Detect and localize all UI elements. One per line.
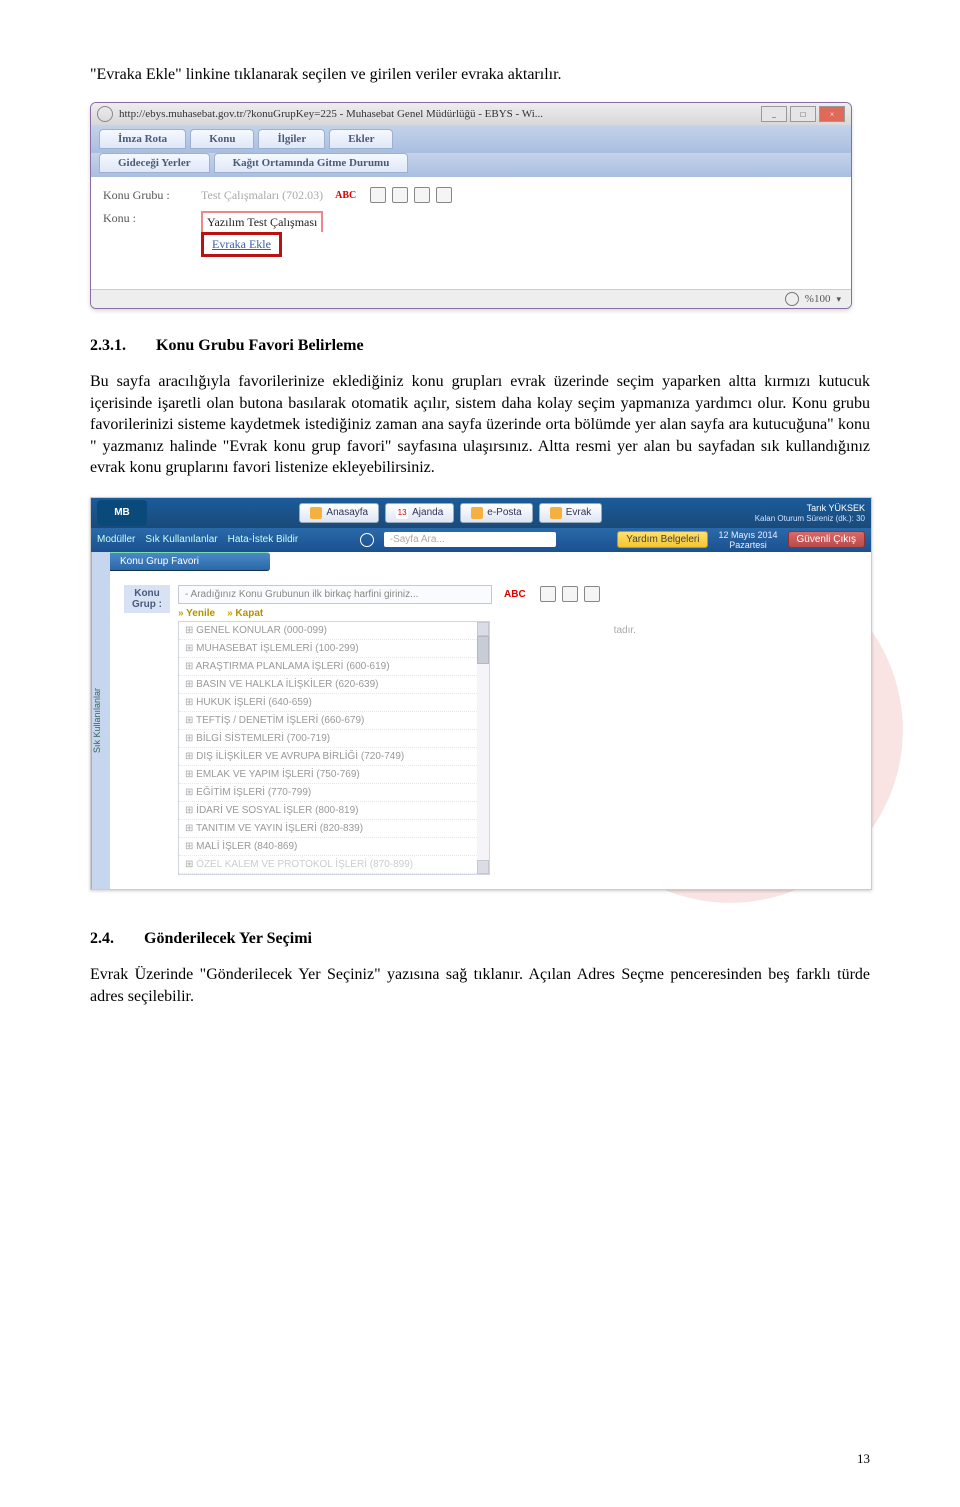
help-button[interactable]: Yardım Belgeleri xyxy=(617,531,708,548)
intro-paragraph: "Evraka Ekle" linkine tıklanarak seçilen… xyxy=(90,66,870,84)
tool-icon-2[interactable] xyxy=(392,187,408,203)
tree-item[interactable]: GENEL KONULAR (000-099) xyxy=(179,622,489,640)
tree-item[interactable]: HUKUK İŞLERİ (640-659) xyxy=(179,694,489,712)
search-icon xyxy=(360,533,374,547)
section-231-paragraph: Bu sayfa aracılığıyla favorilerinize ekl… xyxy=(90,371,870,479)
tab-imza-rota[interactable]: İmza Rota xyxy=(99,129,186,149)
screenshot-window-1: http://ebys.muhasebat.gov.tr/?konuGrupKe… xyxy=(90,102,852,309)
tab-row-2: Gideceği Yerler Kağıt Ortamında Gitme Du… xyxy=(91,153,851,177)
tool-icon-1[interactable] xyxy=(370,187,386,203)
konu-grubu-value: Test Çalışmaları (702.03) xyxy=(201,188,323,203)
tab-kagit-ortaminda[interactable]: Kağıt Ortamında Gitme Durumu xyxy=(214,153,409,173)
tree-item[interactable]: TANITIM VE YAYIN İŞLERİ (820-839) xyxy=(179,820,489,838)
konu-grup-label: Konu Grup : xyxy=(124,585,170,613)
konu-label: Konu : xyxy=(103,211,195,226)
breadcrumb: Konu Grup Favori xyxy=(110,552,270,571)
user-name: Tarık YÜKSEK xyxy=(755,503,865,514)
tree-scrollbar[interactable] xyxy=(477,622,489,874)
window-body: Konu Grubu : Test Çalışmaları (702.03) A… xyxy=(91,177,851,289)
tree-item[interactable]: MALİ İŞLER (840-869) xyxy=(179,838,489,856)
tree-item[interactable]: İDARİ VE SOSYAL İŞLER (800-819) xyxy=(179,802,489,820)
spellcheck-icon[interactable]: ABC xyxy=(335,190,356,201)
truncated-text: tadır. xyxy=(614,585,636,636)
tree-item[interactable]: MUHASEBAT İŞLEMLERİ (100-299) xyxy=(179,640,489,658)
tab-gidecegi-yerler[interactable]: Gideceği Yerler xyxy=(99,153,210,173)
page-search-input[interactable]: -Sayfa Ara... xyxy=(384,532,556,547)
date-line2: Pazartesi xyxy=(718,540,777,550)
status-bar: %100 ▾ xyxy=(91,289,851,308)
section-231-number: 2.3.1. xyxy=(90,337,126,354)
maximize-button[interactable]: □ xyxy=(790,106,816,122)
window-titlebar: http://ebys.muhasebat.gov.tr/?konuGrupKe… xyxy=(91,103,851,125)
tab-ilgiler[interactable]: İlgiler xyxy=(258,129,325,149)
app-logo: MB xyxy=(97,500,147,526)
tool-icon-c[interactable] xyxy=(584,586,600,602)
section-24-title: Gönderilecek Yer Seçimi xyxy=(144,930,312,947)
sidebar-favorites[interactable]: Sık Kullanılanlar xyxy=(91,552,110,889)
window-title: http://ebys.muhasebat.gov.tr/?konuGrupKe… xyxy=(119,108,755,120)
session-remaining: Kalan Oturum Süreniz (dk.): 30 xyxy=(755,514,865,524)
tree-item[interactable]: BASIN VE HALKLA İLİŞKİLER (620-639) xyxy=(179,676,489,694)
section-24-paragraph: Evrak Üzerinde "Gönderilecek Yer Seçiniz… xyxy=(90,964,870,1007)
tool-icon-b[interactable] xyxy=(562,586,578,602)
scroll-up-icon[interactable] xyxy=(477,622,489,636)
zoom-icon[interactable] xyxy=(785,292,799,306)
spellcheck-icon-2[interactable]: ABC xyxy=(504,589,526,600)
app-subbar: Modüller Sık Kullanılanlar Hata-İstek Bi… xyxy=(91,528,871,552)
topbtn-ajanda[interactable]: 13Ajanda xyxy=(385,503,454,523)
app-topbar: MB Anasayfa 13Ajanda e-Posta Evrak Tarık… xyxy=(91,498,871,528)
tree-item[interactable]: EMLAK VE YAPIM İŞLERİ (750-769) xyxy=(179,766,489,784)
list-refresh[interactable]: Yenile xyxy=(178,608,215,619)
home-icon xyxy=(310,507,322,519)
konu-input[interactable]: Yazılım Test Çalışması xyxy=(201,211,323,232)
tree-item[interactable]: TEFTİŞ / DENETİM İŞLERİ (660-679) xyxy=(179,712,489,730)
konu-grup-search[interactable]: - Aradığınız Konu Grubunun ilk birkaç ha… xyxy=(178,585,492,604)
page-number: 13 xyxy=(857,1451,870,1467)
globe-icon xyxy=(97,106,113,122)
document-icon xyxy=(550,507,562,519)
tab-konu[interactable]: Konu xyxy=(190,129,254,149)
screenshot-window-2: MB Anasayfa 13Ajanda e-Posta Evrak Tarık… xyxy=(90,497,872,890)
date-line1: 12 Mayıs 2014 xyxy=(718,530,777,540)
tool-icon-4[interactable] xyxy=(436,187,452,203)
zoom-value: %100 xyxy=(805,293,831,305)
tree-item[interactable]: ÖZEL KALEM VE PROTOKOL İŞLERİ (870-899) xyxy=(179,856,489,874)
tab-ekler[interactable]: Ekler xyxy=(329,129,393,149)
tab-row-1: İmza Rota Konu İlgiler Ekler xyxy=(91,125,851,153)
konu-grup-tree: GENEL KONULAR (000-099) MUHASEBAT İŞLEML… xyxy=(178,621,490,875)
tool-icon-3[interactable] xyxy=(414,187,430,203)
tree-item[interactable]: EĞİTİM İŞLERİ (770-799) xyxy=(179,784,489,802)
close-button[interactable]: × xyxy=(819,106,845,122)
tree-item[interactable]: ARAŞTIRMA PLANLAMA İŞLERİ (600-619) xyxy=(179,658,489,676)
calendar-icon: 13 xyxy=(396,507,408,519)
evraka-ekle-link[interactable]: Evraka Ekle xyxy=(201,232,282,257)
nav-moduller[interactable]: Modüller xyxy=(97,534,135,545)
konu-grubu-label: Konu Grubu : xyxy=(103,188,195,203)
section-24-number: 2.4. xyxy=(90,930,114,947)
topbtn-anasayfa[interactable]: Anasayfa xyxy=(299,503,379,523)
section-231-title: Konu Grubu Favori Belirleme xyxy=(156,337,364,354)
list-close[interactable]: Kapat xyxy=(227,608,263,619)
tool-icon-a[interactable] xyxy=(540,586,556,602)
nav-hata-istek[interactable]: Hata-İstek Bildir xyxy=(228,534,299,545)
topbtn-eposta[interactable]: e-Posta xyxy=(460,503,532,523)
mail-icon xyxy=(471,507,483,519)
topbtn-evrak[interactable]: Evrak xyxy=(539,503,603,523)
logout-button[interactable]: Güvenli Çıkış xyxy=(788,531,865,548)
scroll-thumb[interactable] xyxy=(477,636,489,664)
tree-item[interactable]: BİLGİ SİSTEMLERİ (700-719) xyxy=(179,730,489,748)
zoom-dropdown-icon[interactable]: ▾ xyxy=(836,294,841,305)
nav-sik-kullanilanlar[interactable]: Sık Kullanılanlar xyxy=(145,534,217,545)
minimize-button[interactable]: _ xyxy=(761,106,787,122)
scroll-down-icon[interactable] xyxy=(477,860,489,874)
tree-item[interactable]: DIŞ İLİŞKİLER VE AVRUPA BİRLİĞİ (720-749… xyxy=(179,748,489,766)
